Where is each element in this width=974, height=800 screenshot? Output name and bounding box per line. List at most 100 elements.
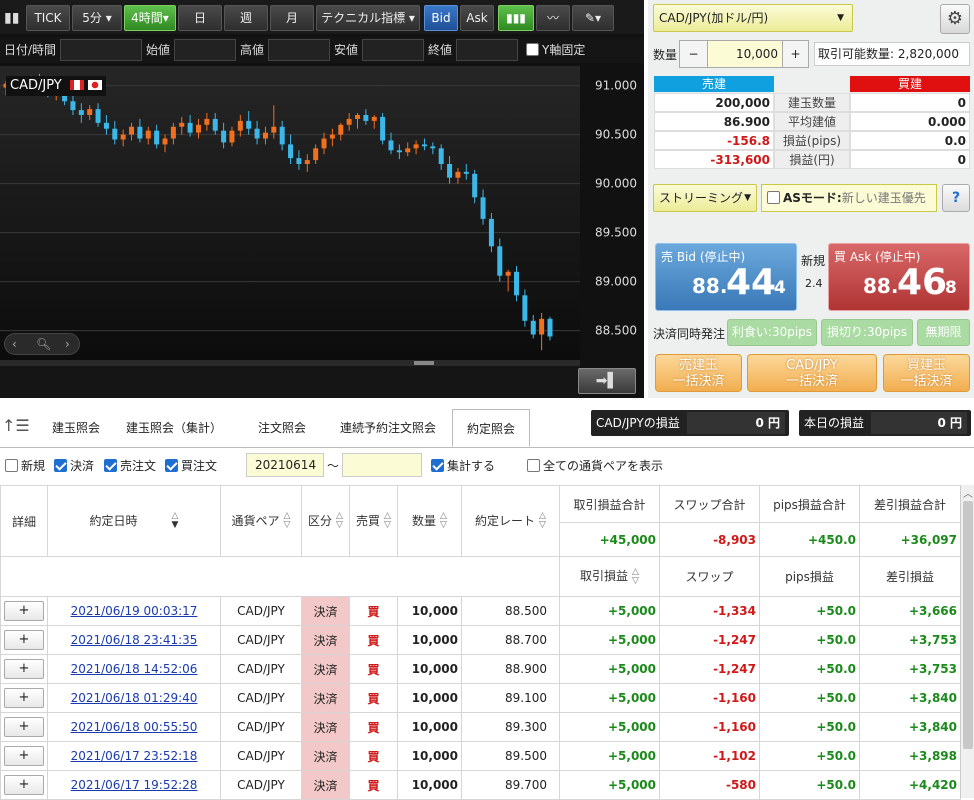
gear-icon[interactable]: ⚙	[940, 4, 970, 34]
ask-price-button[interactable]: 買 Ask (停止中) 88. 46 8	[828, 243, 970, 311]
sort-icon[interactable]: △ ▽	[336, 512, 343, 530]
chart-scroll-thumb[interactable]	[414, 361, 434, 365]
col-pair[interactable]: 通貨ペア △ ▽	[220, 485, 302, 557]
filter-settle-checkbox[interactable]	[54, 459, 67, 472]
plus-button[interactable]: +	[782, 41, 808, 67]
filter-buy[interactable]: 買注文	[165, 457, 217, 475]
tab-continuous-orders[interactable]: 連続予約注文照会	[330, 409, 446, 447]
jump-latest-button[interactable]: ➡▌	[578, 368, 636, 394]
currency-pair-select[interactable]: CAD/JPY(加ドル/円) ▼	[653, 4, 853, 32]
filter-sell[interactable]: 売注文	[104, 457, 156, 475]
chart-type-icon[interactable]: ▮▮	[4, 10, 19, 26]
execution-datetime-link[interactable]: 2021/06/17 19:52:28	[47, 770, 221, 800]
take-profit-button[interactable]: 利食い:30pips	[727, 319, 817, 346]
expand-button[interactable]: +	[4, 630, 44, 650]
bid-price-button[interactable]: 売 Bid (停止中) 88. 44 4	[655, 243, 797, 311]
date-from-input[interactable]: 20210614	[246, 453, 324, 477]
yfix-checkbox[interactable]: Y軸固定	[526, 41, 585, 58]
table-row[interactable]: +2021/06/19 00:03:17 CAD/JPY 決済買 10,000 88.5…	[0, 596, 961, 626]
table-row[interactable]: +2021/06/18 00:55:50 CAD/JPY 決済買 10,000 89.3…	[0, 712, 961, 742]
execution-datetime-link[interactable]: 2021/06/18 00:55:50	[47, 712, 221, 742]
filter-settle-label: 決済	[70, 459, 95, 473]
execution-datetime-link[interactable]: 2021/06/17 23:52:18	[47, 741, 221, 771]
as-mode-field[interactable]: ASモード:新しい建玉優先	[761, 184, 937, 212]
chart-scrollbar[interactable]	[0, 360, 580, 366]
filter-new[interactable]: 新規	[5, 457, 45, 475]
month-button[interactable]: 月	[270, 5, 314, 31]
table-row[interactable]: +2021/06/18 14:52:06 CAD/JPY 決済買 10,000 88.9…	[0, 654, 961, 684]
expand-button[interactable]: +	[4, 659, 44, 679]
pair-close-all-button[interactable]: CAD/JPY 一括決済	[747, 354, 877, 392]
table-row[interactable]: +2021/06/17 23:52:18 CAD/JPY 決済買 10,000 89.5…	[0, 741, 961, 771]
streaming-select[interactable]: ストリーミング ▼	[653, 184, 757, 212]
col-side[interactable]: 売買 △ ▽	[349, 485, 398, 557]
col-rate-label: 約定レート	[475, 513, 536, 528]
bid-button[interactable]: Bid	[424, 5, 458, 31]
unlimited-button[interactable]: 無期限	[917, 319, 970, 346]
tab-executions[interactable]: 約定照会	[452, 409, 530, 447]
4hour-button[interactable]: 4時間▾	[124, 5, 176, 31]
execution-datetime-link[interactable]: 2021/06/18 14:52:06	[47, 654, 221, 684]
table-row[interactable]: +2021/06/18 01:29:40 CAD/JPY 決済買 10,000 89.1…	[0, 683, 961, 713]
sort-icon[interactable]: △ ▽	[284, 512, 291, 530]
execution-datetime-link[interactable]: 2021/06/18 01:29:40	[47, 683, 221, 713]
sort-icon[interactable]: △ ▽	[632, 567, 639, 586]
5min-button[interactable]: 5分 ▾	[72, 5, 122, 31]
col-qty[interactable]: 数量 △ ▽	[397, 485, 462, 557]
sort-list-icon[interactable]: ↑☰	[2, 416, 30, 435]
qty-input[interactable]: 10,000	[708, 41, 782, 67]
tab-orders[interactable]: 注文照会	[244, 409, 320, 447]
expand-button[interactable]: +	[4, 601, 44, 621]
filter-aggregate[interactable]: 集計する	[431, 457, 495, 475]
table-scrollbar[interactable]: ︿	[960, 485, 974, 798]
tick-button[interactable]: TICK	[26, 5, 70, 31]
as-mode-checkbox[interactable]	[767, 191, 780, 204]
tab-positions[interactable]: 建玉照会	[38, 409, 114, 447]
expand-button[interactable]: +	[4, 688, 44, 708]
yfix-checkbox-box[interactable]	[526, 43, 539, 56]
table-row[interactable]: +2021/06/18 23:41:35 CAD/JPY 決済買 10,000 88.7…	[0, 625, 961, 655]
filter-buy-checkbox[interactable]	[165, 459, 178, 472]
scroll-right-icon[interactable]: ›	[65, 334, 70, 354]
ask-button[interactable]: Ask	[460, 5, 494, 31]
minus-button[interactable]: −	[680, 41, 708, 67]
expand-button[interactable]: +	[4, 717, 44, 737]
sell-close-all-button[interactable]: 売建玉 一括決済	[655, 354, 742, 392]
technical-indicator-button[interactable]: テクニカル指標 ▾	[316, 5, 420, 31]
filter-settle[interactable]: 決済	[54, 457, 94, 475]
candlestick-icon[interactable]: ▮▮▮	[498, 5, 534, 31]
sort-icon[interactable]: △ ▽	[539, 512, 546, 530]
scroll-up-icon[interactable]: ︿	[963, 485, 973, 500]
date-to-input[interactable]	[342, 453, 422, 477]
sort-desc-icon[interactable]: △ ▼	[172, 512, 179, 530]
expand-button[interactable]: +	[4, 746, 44, 766]
sort-icon[interactable]: △ ▽	[440, 512, 447, 530]
execution-datetime-link[interactable]: 2021/06/18 23:41:35	[47, 625, 221, 655]
scroll-left-icon[interactable]: ‹	[12, 334, 17, 354]
buy-close-all-button[interactable]: 買建玉 一括決済	[883, 354, 970, 392]
filter-new-checkbox[interactable]	[5, 459, 18, 472]
sort-icon[interactable]: △ ▽	[384, 512, 391, 530]
zoom-search-icon[interactable]: 🔍︎	[36, 334, 51, 354]
tab-positions-summary[interactable]: 建玉照会（集計）	[118, 409, 230, 447]
filter-aggregate-checkbox[interactable]	[431, 459, 444, 472]
filter-all-pairs-checkbox[interactable]	[527, 459, 540, 472]
line-chart-icon[interactable]: 〰	[536, 5, 570, 31]
col-pl[interactable]: 取引損益 △ ▽	[559, 556, 660, 597]
col-kubun[interactable]: 区分 △ ▽	[301, 485, 350, 557]
execution-datetime-link[interactable]: 2021/06/19 00:03:17	[47, 596, 221, 626]
col-datetime[interactable]: 約定日時 △ ▼	[47, 485, 221, 557]
drawing-tool-icon[interactable]: ✎▾	[572, 5, 614, 31]
filter-sell-checkbox[interactable]	[104, 459, 117, 472]
col-rate[interactable]: 約定レート △ ▽	[461, 485, 560, 557]
stop-loss-button[interactable]: 損切り:30pips	[821, 319, 913, 346]
table-row[interactable]: +2021/06/17 19:52:28 CAD/JPY 決済買 10,000 89.7…	[0, 770, 961, 800]
price-chart[interactable]: 91.00090.50090.00089.50089.00088.500 20:…	[0, 66, 644, 398]
qty-stepper[interactable]: − 10,000 +	[679, 40, 809, 68]
filter-all-pairs[interactable]: 全ての通貨ペアを表示	[527, 457, 663, 475]
day-button[interactable]: 日	[178, 5, 222, 31]
week-button[interactable]: 週	[224, 5, 268, 31]
scroll-thumb[interactable]	[963, 501, 973, 749]
help-icon[interactable]: ?	[942, 184, 970, 212]
expand-button[interactable]: +	[4, 775, 44, 795]
